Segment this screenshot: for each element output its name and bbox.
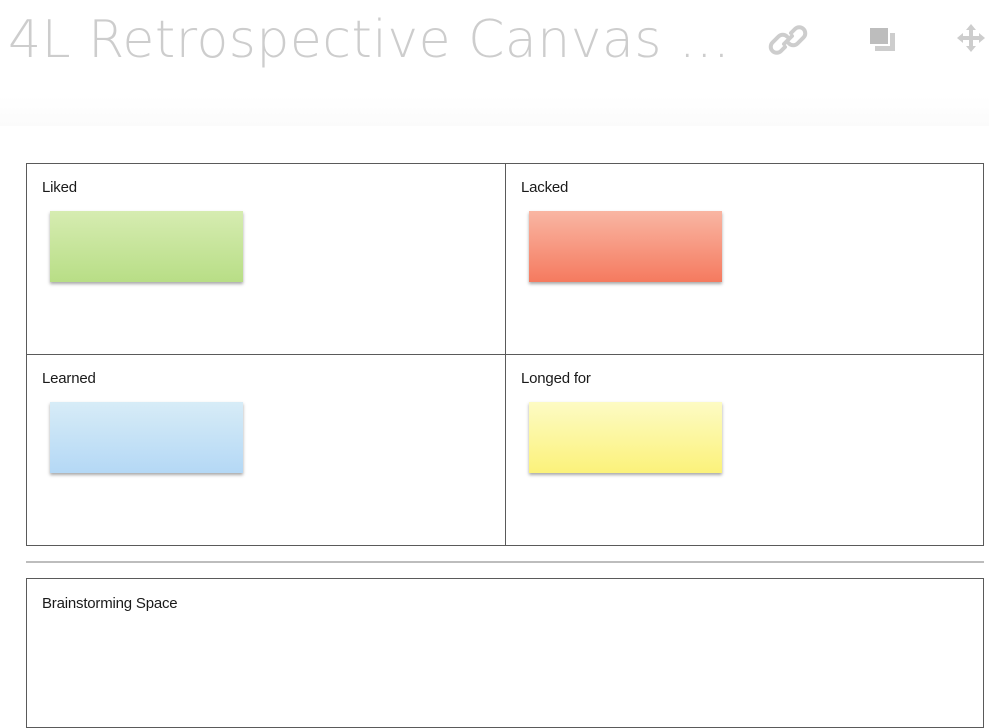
quadrant-learned[interactable]: Learned [27,355,506,545]
retrospective-grid: Liked Lacked Learned Longed for [26,163,984,546]
quadrant-label-liked: Liked [42,179,77,196]
sticky-note-lacked[interactable] [529,211,722,282]
brainstorming-space[interactable]: Brainstorming Space [26,578,984,728]
link-icon[interactable] [766,18,810,62]
move-icon[interactable] [953,20,989,56]
quadrant-label-longed-for: Longed for [521,370,591,387]
copy-icon[interactable] [866,24,900,56]
quadrant-lacked[interactable]: Lacked [506,164,983,355]
sticky-note-longed-for[interactable] [529,402,722,473]
sticky-note-learned[interactable] [50,402,243,473]
section-divider [26,561,984,563]
quadrant-liked[interactable]: Liked [27,164,506,355]
quadrant-longed-for[interactable]: Longed for [506,355,983,545]
quadrant-label-learned: Learned [42,370,96,387]
brainstorming-label: Brainstorming Space [42,595,178,612]
sticky-note-liked[interactable] [50,211,243,282]
page-header: 4L Retrospective Canvas ... [0,0,989,90]
header-shadow [0,96,989,126]
page-title: 4L Retrospective Canvas ... [8,10,731,70]
quadrant-label-lacked: Lacked [521,179,569,196]
